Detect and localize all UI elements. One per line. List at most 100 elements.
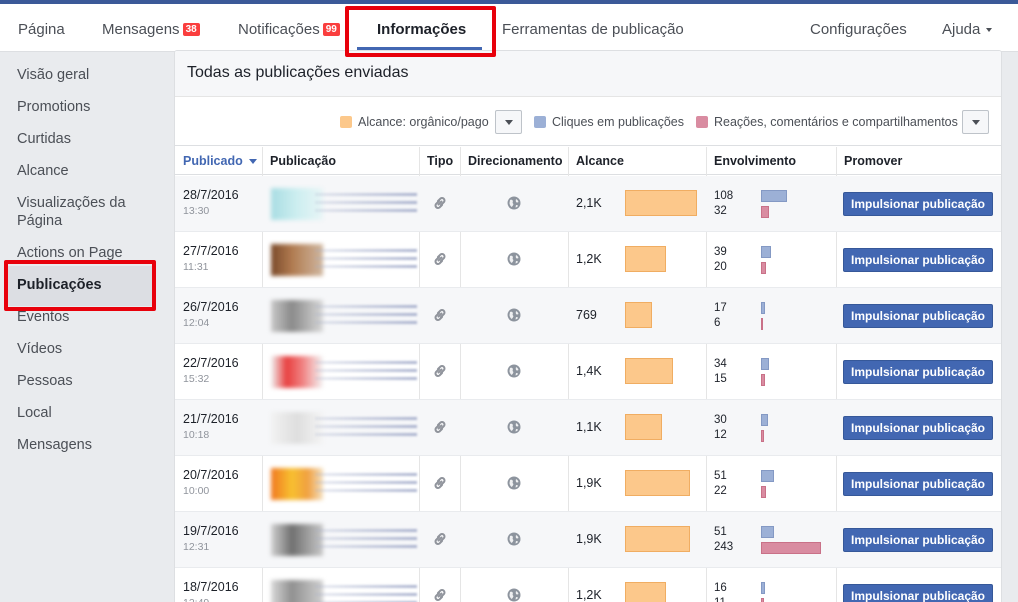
reactions-value: 11 [714, 597, 726, 602]
column-header-published[interactable]: Publicado [175, 147, 257, 175]
tab-pagina-label: Página [18, 21, 65, 38]
post-date: 21/7/2016 [183, 412, 239, 426]
post-text-line[interactable] [315, 249, 417, 252]
boost-post-button[interactable]: Impulsionar publicação [843, 192, 993, 216]
post-time[interactable]: 12:04 [183, 317, 209, 329]
boost-post-button[interactable]: Impulsionar publicação [843, 584, 993, 602]
link-icon [433, 194, 447, 212]
post-text-line[interactable] [315, 585, 417, 588]
tab-ferramentas-publicacao[interactable]: Ferramentas de publicação [502, 8, 684, 52]
clicks-swatch [534, 116, 546, 128]
post-time[interactable]: 15:32 [183, 373, 209, 385]
globe-icon [507, 588, 521, 602]
post-text-line[interactable] [315, 265, 417, 268]
reach-bar [625, 414, 662, 440]
sidebar-item-videos[interactable]: Vídeos [17, 340, 157, 358]
clicks-bar [761, 414, 768, 426]
tab-notificacoes[interactable]: Notificações 99 [238, 8, 340, 52]
boost-post-button[interactable]: Impulsionar publicação [843, 416, 993, 440]
sidebar-item-visualizacoes[interactable]: Visualizações da Página [17, 194, 157, 230]
engagement-metric-dropdown[interactable] [962, 110, 989, 134]
sidebar-item-eventos[interactable]: Eventos [17, 308, 157, 326]
tab-mensagens[interactable]: Mensagens 38 [102, 8, 200, 52]
sidebar-item-mensagens[interactable]: Mensagens [17, 436, 157, 454]
post-text-line[interactable] [315, 545, 417, 548]
reach-bar [625, 526, 690, 552]
post-date: 22/7/2016 [183, 356, 239, 370]
sidebar-item-local[interactable]: Local [17, 404, 157, 422]
post-text-line[interactable] [315, 377, 417, 380]
post-time[interactable]: 12:31 [183, 541, 209, 553]
table-row: 28/7/2016 13:30 2,1K 108 32 Impulsionar publi… [175, 176, 1001, 232]
sidebar-item-curtidas[interactable]: Curtidas [17, 130, 157, 148]
column-header-post[interactable]: Publicação [262, 147, 336, 175]
column-header-reach[interactable]: Alcance [568, 147, 624, 175]
boost-post-button[interactable]: Impulsionar publicação [843, 304, 993, 328]
tab-configuracoes[interactable]: Configurações [810, 8, 907, 52]
post-text-line[interactable] [315, 489, 417, 492]
column-header-engagement[interactable]: Envolvimento [706, 147, 796, 175]
post-text-line[interactable] [315, 473, 417, 476]
tab-ferramentas-label: Ferramentas de publicação [502, 21, 684, 38]
post-text-line[interactable] [315, 537, 417, 540]
posts-panel: Todas as publicações enviadas Alcance: o… [174, 50, 1002, 602]
post-time[interactable]: 10:18 [183, 429, 209, 441]
sidebar-item-publicacoes[interactable]: Publicações [17, 276, 157, 294]
post-text-line[interactable] [315, 313, 417, 316]
legend-reach-label: Alcance: orgânico/pago [358, 115, 489, 129]
reach-bar [625, 358, 673, 384]
boost-post-button[interactable]: Impulsionar publicação [843, 472, 993, 496]
globe-icon [507, 476, 521, 490]
post-time[interactable]: 12:49 [183, 597, 209, 602]
sidebar-item-pessoas[interactable]: Pessoas [17, 372, 157, 390]
boost-post-button[interactable]: Impulsionar publicação [843, 528, 993, 552]
legend-clicks: Cliques em publicações [534, 115, 684, 129]
post-text-line[interactable] [315, 481, 417, 484]
reactions-bar [761, 542, 821, 554]
reach-value: 1,1K [576, 420, 602, 434]
post-text-line[interactable] [315, 529, 417, 532]
post-text-line[interactable] [315, 321, 417, 324]
clicks-bar [761, 190, 787, 202]
post-time[interactable]: 10:00 [183, 485, 209, 497]
sidebar-item-visao-geral[interactable]: Visão geral [17, 66, 157, 84]
sidebar-item-alcance[interactable]: Alcance [17, 162, 157, 180]
post-time[interactable]: 11:31 [183, 261, 209, 273]
clicks-value: 39 [714, 246, 727, 258]
help-menu-label: Ajuda [942, 21, 981, 38]
sidebar-item-actions-on-page[interactable]: Actions on Page [17, 244, 157, 262]
post-text-line[interactable] [315, 369, 417, 372]
post-text-line[interactable] [315, 433, 417, 436]
post-text-line[interactable] [315, 209, 417, 212]
boost-post-button[interactable]: Impulsionar publicação [843, 360, 993, 384]
reactions-value: 6 [714, 317, 721, 329]
legend-clicks-label: Cliques em publicações [552, 115, 685, 129]
post-text-line[interactable] [315, 201, 417, 204]
tab-pagina[interactable]: Página [18, 8, 65, 52]
globe-icon [507, 532, 521, 546]
column-header-type[interactable]: Tipo [419, 147, 453, 175]
boost-post-button[interactable]: Impulsionar publicação [843, 248, 993, 272]
clicks-bar [761, 302, 765, 314]
post-text-line[interactable] [315, 361, 417, 364]
reach-metric-dropdown[interactable] [495, 110, 522, 134]
table-row: 26/7/2016 12:04 769 17 6 Impulsionar publicaç… [175, 288, 1001, 344]
column-header-targeting[interactable]: Direcionamento [460, 147, 562, 175]
post-text-line[interactable] [315, 305, 417, 308]
post-text-line[interactable] [315, 193, 417, 196]
link-icon [433, 250, 447, 268]
sidebar-item-promotions[interactable]: Promotions [17, 98, 157, 116]
reactions-bar [761, 374, 765, 386]
post-text-line[interactable] [315, 425, 417, 428]
reach-bar [625, 246, 666, 272]
post-text-line[interactable] [315, 417, 417, 420]
clicks-bar [761, 358, 769, 370]
post-time[interactable]: 13:30 [183, 205, 209, 217]
notifications-count-badge: 99 [322, 23, 340, 36]
post-date: 18/7/2016 [183, 580, 239, 594]
help-menu[interactable]: Ajuda [942, 8, 993, 52]
post-text-line[interactable] [315, 593, 417, 596]
post-text-line[interactable] [315, 257, 417, 260]
post-thumbnail[interactable] [271, 580, 323, 602]
tab-informacoes[interactable]: Informações [377, 8, 466, 52]
